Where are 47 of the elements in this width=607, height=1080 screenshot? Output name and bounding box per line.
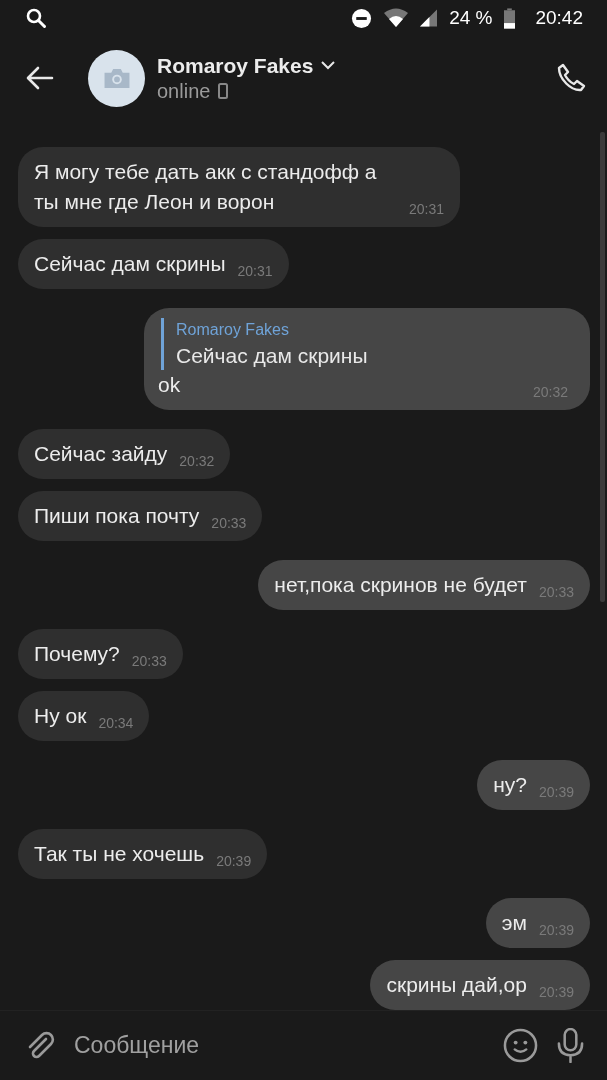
message-text: нет,пока скринов не будет [274, 572, 527, 598]
microphone-icon[interactable] [556, 1028, 585, 1063]
signal-icon [420, 9, 438, 27]
emoji-icon[interactable] [503, 1028, 538, 1063]
avatar[interactable] [88, 49, 145, 107]
message-input-field[interactable]: Сообщение [74, 1026, 485, 1065]
message-text: Я могу тебе дать акк с стандофф а ты мне где Леон и ворон [34, 159, 378, 215]
quoted-author: Romaroy Fakes [176, 320, 290, 340]
contact-name[interactable]: Romaroy Fakes [157, 53, 314, 78]
online-status: online [157, 79, 211, 103]
battery-percentage: 24 % [449, 7, 493, 29]
scrollbar[interactable] [600, 132, 605, 602]
search-icon [24, 6, 48, 30]
message-text: эм [501, 910, 527, 936]
message-text: Сейчас дам скрины [34, 251, 226, 277]
battery-icon [504, 7, 516, 29]
message-time: 20:33 [131, 652, 167, 671]
incoming-message[interactable]: Почему? 20:33 [18, 629, 183, 679]
message-time: 20:34 [98, 714, 134, 733]
wifi-icon [384, 8, 409, 28]
message-time: 20:31 [408, 200, 444, 219]
phone-device-icon [218, 83, 229, 99]
message-text: Ну ок [34, 703, 87, 729]
incoming-message[interactable]: Я могу тебе дать акк с стандофф а ты мне где Леон и ворон 20:31 [18, 147, 460, 227]
message-text: Сейчас зайду [34, 441, 168, 467]
incoming-message[interactable]: Пиши пока почту 20:33 [18, 491, 263, 541]
back-arrow-icon[interactable] [26, 66, 54, 90]
clock: 20:42 [535, 7, 583, 29]
chevron-down-icon[interactable] [321, 61, 336, 70]
message-time: 20:31 [237, 262, 273, 281]
incoming-message[interactable]: Сейчас зайду 20:32 [18, 429, 231, 479]
message-text: Почему? [34, 641, 120, 667]
message-text: Пиши пока почту [34, 503, 200, 529]
message-text: Так ты не хочешь [34, 841, 205, 867]
message-time: 20:39 [216, 852, 252, 871]
quoted-message[interactable]: Romaroy Fakes Сейчас дам скрины [161, 318, 568, 370]
message-time: 20:33 [211, 514, 247, 533]
message-text: ну? [493, 772, 527, 798]
incoming-message[interactable]: Так ты не хочешь 20:39 [18, 829, 268, 879]
do-not-disturb-icon [351, 7, 373, 29]
quoted-text: Сейчас дам скрины [176, 343, 369, 369]
call-icon[interactable] [555, 62, 587, 94]
incoming-message[interactable]: Сейчас дам скрины 20:31 [18, 239, 289, 289]
message-text: скрины дай,ор [386, 972, 527, 998]
message-text: ok [158, 372, 181, 398]
incoming-message[interactable]: Ну ок 20:34 [18, 691, 150, 741]
message-time: 20:32 [179, 452, 215, 471]
